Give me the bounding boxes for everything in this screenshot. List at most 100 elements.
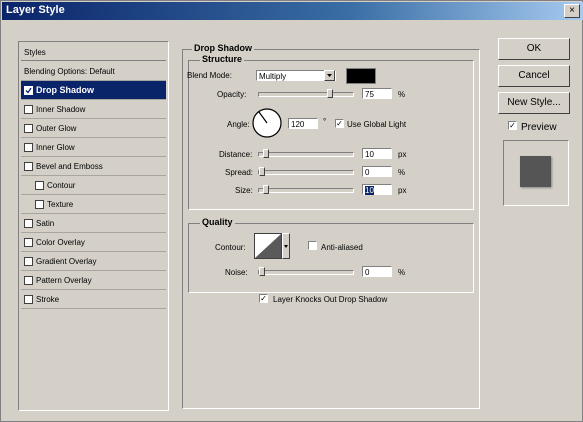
style-checkbox[interactable] [24, 257, 33, 267]
styles-header[interactable]: Styles [21, 43, 166, 61]
style-checkbox[interactable] [24, 162, 33, 172]
style-item-label: Inner Shadow [36, 105, 86, 114]
style-checkbox[interactable] [24, 105, 33, 115]
style-item-label: Drop Shadow [36, 85, 94, 95]
style-item-inner-shadow[interactable]: Inner Shadow [21, 100, 166, 119]
preview-swatch [520, 156, 551, 187]
blending-options[interactable]: Blending Options: Default [21, 62, 166, 81]
size-value: 10 [365, 186, 374, 195]
noise-label: Noise: [225, 268, 248, 277]
blend-mode-label: Blend Mode: [187, 71, 232, 80]
spread-label: Spread: [225, 168, 254, 177]
style-item-color-overlay[interactable]: Color Overlay [21, 233, 166, 252]
opacity-value: 75 [365, 90, 374, 99]
cancel-button[interactable]: Cancel [498, 65, 570, 87]
style-item-contour[interactable]: Contour [21, 176, 166, 195]
noise-input[interactable]: 0 [362, 266, 392, 277]
style-item-label: Color Overlay [36, 238, 85, 247]
style-item-inner-glow[interactable]: Inner Glow [21, 138, 166, 157]
ok-button[interactable]: OK [498, 38, 570, 60]
style-item-drop-shadow[interactable]: Drop Shadow [21, 81, 166, 100]
style-item-pattern-overlay[interactable]: Pattern Overlay [21, 271, 166, 290]
new-style-button[interactable]: New Style... [498, 92, 570, 114]
noise-value: 0 [365, 268, 370, 277]
anti-aliased-checkbox[interactable] [308, 241, 317, 250]
style-checkbox[interactable] [24, 86, 33, 96]
dialog-title: Layer Style [6, 4, 65, 16]
size-label: Size: [235, 186, 253, 195]
global-light-label: Use Global Light [347, 120, 407, 129]
opacity-label: Opacity: [217, 90, 247, 99]
size-slider-thumb[interactable] [263, 185, 269, 194]
contour-dropdown-icon[interactable] [282, 233, 290, 259]
style-checkbox[interactable] [24, 124, 33, 134]
angle-dial[interactable] [251, 107, 283, 139]
style-item-stroke[interactable]: Stroke [21, 290, 166, 309]
opacity-slider[interactable] [258, 89, 354, 98]
opacity-unit: % [398, 90, 406, 99]
style-item-bevel-and-emboss[interactable]: Bevel and Emboss [21, 157, 166, 176]
styles-header-label: Styles [24, 48, 46, 57]
distance-unit: px [398, 150, 407, 159]
noise-unit: % [398, 268, 406, 277]
size-slider[interactable] [258, 185, 354, 194]
style-item-label: Contour [47, 181, 76, 190]
title-bar[interactable]: Layer Style × [2, 2, 583, 20]
noise-slider-thumb[interactable] [259, 267, 265, 276]
style-checkbox[interactable] [24, 276, 33, 286]
drop-shadow-title: Drop Shadow [192, 43, 254, 53]
size-input[interactable]: 10 [362, 184, 392, 195]
knockout-checkbox[interactable]: ✓ [259, 294, 268, 303]
style-item-satin[interactable]: Satin [21, 214, 166, 233]
style-checkbox[interactable] [35, 181, 44, 191]
noise-slider[interactable] [258, 267, 354, 276]
structure-title: Structure [200, 54, 245, 64]
contour-picker[interactable] [254, 233, 290, 259]
quality-group [188, 223, 474, 293]
anti-aliased-label: Anti-aliased [321, 243, 363, 252]
style-item-label: Gradient Overlay [36, 257, 97, 266]
preview-box [503, 140, 569, 206]
style-item-texture[interactable]: Texture [21, 195, 166, 214]
style-checkbox[interactable] [24, 295, 33, 305]
global-light-checkbox[interactable]: ✓ [335, 119, 344, 128]
angle-label: Angle: [227, 120, 250, 129]
contour-icon [254, 233, 282, 259]
blend-mode-select[interactable]: Multiply [256, 70, 336, 81]
spread-input[interactable]: 0 [362, 166, 392, 177]
angle-dial-icon [252, 108, 282, 138]
style-item-label: Inner Glow [36, 143, 75, 152]
knockout-label: Layer Knocks Out Drop Shadow [273, 295, 388, 304]
opacity-input[interactable]: 75 [362, 88, 392, 99]
size-unit: px [398, 186, 407, 195]
distance-input[interactable]: 10 [362, 148, 392, 159]
distance-slider-thumb[interactable] [263, 149, 269, 158]
spread-value: 0 [365, 168, 370, 177]
style-checkbox[interactable] [24, 238, 33, 248]
style-item-label: Stroke [36, 295, 60, 304]
spread-slider-thumb[interactable] [259, 167, 265, 176]
preview-label: Preview [521, 122, 557, 133]
spread-slider[interactable] [258, 167, 354, 176]
angle-input[interactable]: 120 [288, 118, 318, 129]
preview-checkbox[interactable]: ✓ [508, 121, 517, 130]
opacity-slider-thumb[interactable] [327, 89, 333, 98]
distance-slider[interactable] [258, 149, 354, 158]
style-checkbox[interactable] [24, 219, 33, 229]
blend-mode-value: Multiply [259, 72, 287, 81]
style-item-gradient-overlay[interactable]: Gradient Overlay [21, 252, 166, 271]
shadow-color-swatch[interactable] [346, 68, 376, 84]
style-checkbox[interactable] [35, 200, 44, 210]
settings-panel: Drop Shadow Structure Blend Mode: Multip… [182, 43, 480, 411]
close-button[interactable]: × [564, 4, 580, 18]
angle-unit: ° [323, 117, 327, 126]
style-item-label: Satin [36, 219, 55, 228]
style-checkbox[interactable] [24, 143, 33, 153]
distance-value: 10 [365, 150, 374, 159]
blending-options-label: Blending Options: Default [24, 67, 115, 76]
style-item-label: Bevel and Emboss [36, 162, 103, 171]
style-item-outer-glow[interactable]: Outer Glow [21, 119, 166, 138]
style-item-label: Outer Glow [36, 124, 77, 133]
chevron-down-icon[interactable] [324, 70, 335, 81]
style-item-label: Texture [47, 200, 74, 209]
